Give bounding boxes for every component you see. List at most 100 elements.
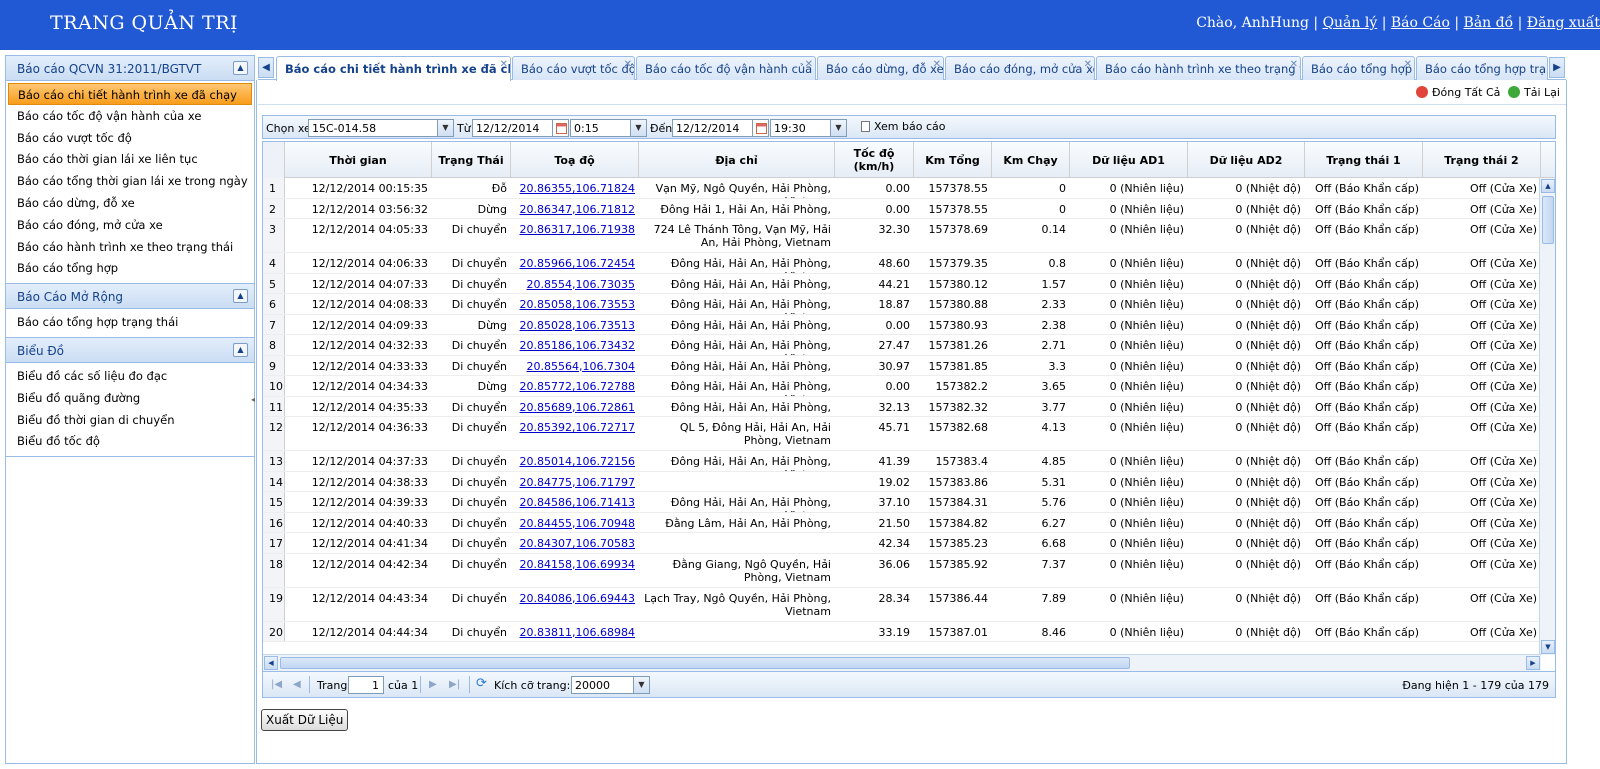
sidebar-item-summary[interactable]: Báo cáo tổng hợp [6,257,254,279]
view-report-button[interactable]: Xem báo cáo [861,120,946,133]
from-time-select[interactable]: 0:15 ▼ [570,119,647,137]
sidebar-item-chart-travel-time[interactable]: Biểu đồ thời gian di chuyển [6,409,254,431]
cell-coords[interactable]: 20.84586,106.71413 [511,492,639,512]
close-icon[interactable]: ✕ [933,59,941,70]
scroll-right-icon[interactable]: ▶ [1526,656,1540,670]
sidebar-item-trip-status[interactable]: Báo cáo hành trình xe theo trạng thái [6,236,254,258]
grid-horizontal-scrollbar[interactable]: ◀ ▶ [263,654,1541,671]
table-row[interactable]: 2 12/12/2014 03:56:32 Dừng 20.86347,106.718… [263,198,1541,219]
page-input[interactable]: 1 [348,676,384,694]
sidebar-item-continuous-driving[interactable]: Báo cáo thời gian lái xe liên tục [6,148,254,170]
table-row[interactable]: 15 12/12/2014 04:39:33 Di chuyển 20.84586,1… [263,492,1541,513]
cell-coords[interactable]: 20.84158,106.69934 [511,554,639,587]
table-row[interactable]: 4 12/12/2014 04:06:33 Di chuyển 20.85966,10… [263,253,1541,274]
collapse-icon[interactable]: ▲ [233,61,248,75]
coords-link[interactable]: 20.85772,106.72788 [520,380,635,393]
close-icon[interactable]: ✕ [1404,59,1412,70]
to-date-field[interactable]: 12/12/2014 [672,119,769,137]
close-icon[interactable]: ✕ [500,59,508,70]
column-header-ad1[interactable]: Dữ liệu AD1 [1070,142,1188,178]
cell-coords[interactable]: 20.85014,106.72156 [511,451,639,471]
close-icon[interactable]: ✕ [624,59,632,70]
column-header-km-total[interactable]: Km Tổng [914,142,992,178]
cell-coords[interactable]: 20.83811,106.68984 [511,622,639,642]
scroll-down-icon[interactable]: ▼ [1541,640,1555,654]
close-icon[interactable]: ✕ [1290,59,1298,70]
to-time-select[interactable]: 19:30 ▼ [770,119,847,137]
coords-link[interactable]: 20.85014,106.72156 [520,455,635,468]
collapse-icon[interactable]: ▲ [233,342,248,357]
close-all-button[interactable]: Đóng Tất Cả [1416,86,1500,99]
cell-coords[interactable]: 20.86355,106.71824 [511,178,639,198]
table-row[interactable]: 7 12/12/2014 04:09:33 Dừng 20.85028,106.735… [263,314,1541,335]
scroll-thumb[interactable] [280,657,1130,669]
tab-scroll-right-icon[interactable]: ▶ [1549,57,1565,78]
coords-link[interactable]: 20.85028,106.73513 [520,319,635,332]
next-page-icon[interactable]: ▶ [429,679,437,690]
tab-operating-speed[interactable]: Báo cáo tốc độ vận hành của xe ✕ [636,56,816,80]
coords-link[interactable]: 20.86317,106.71938 [520,223,635,236]
last-page-icon[interactable]: ▶| [449,679,460,690]
scroll-up-icon[interactable]: ▲ [1541,179,1555,193]
nav-link-map[interactable]: Bản đồ [1464,15,1514,31]
coords-link[interactable]: 20.8554,106.73035 [527,278,635,291]
table-row[interactable]: 18 12/12/2014 04:42:34 Di chuyển 20.84158,1… [263,553,1541,588]
sidebar-item-daily-driving[interactable]: Báo cáo tổng thời gian lái xe trong ngày [6,170,254,192]
sidebar-item-trip-detail[interactable]: Báo cáo chi tiết hành trình xe đã chạy [8,83,252,105]
export-data-button[interactable]: Xuất Dữ Liệu [261,709,349,731]
tab-trip-status[interactable]: Báo cáo hành trình xe theo trạng thái ✕ [1096,56,1301,80]
panel-extended-header[interactable]: Báo Cáo Mở Rộng ▲ [6,284,254,310]
coords-link[interactable]: 20.85186,106.73432 [520,339,635,352]
chevron-down-icon[interactable]: ▼ [633,677,649,693]
reload-button[interactable]: Tải Lại [1508,86,1560,99]
table-row[interactable]: 3 12/12/2014 04:05:33 Di chuyển 20.86317,10… [263,219,1541,253]
sidebar-item-overspeed[interactable]: Báo cáo vượt tốc độ [6,127,254,149]
cell-coords[interactable]: 20.86347,106.71812 [511,199,639,219]
collapse-icon[interactable]: ▲ [233,289,248,304]
sidebar-item-stop-park[interactable]: Báo cáo dừng, đỗ xe [6,192,254,214]
refresh-icon[interactable]: ⟳ [476,676,487,691]
sidebar-item-status-summary[interactable]: Báo cáo tổng hợp trạng thái [6,311,254,333]
table-row[interactable]: 9 12/12/2014 04:33:33 Di chuyển 20.85564,10… [263,355,1541,376]
sidebar-item-door[interactable]: Báo cáo đóng, mở cửa xe [6,214,254,236]
coords-link[interactable]: 20.85058,106.73553 [520,298,635,311]
cell-coords[interactable]: 20.84455,106.70948 [511,513,639,533]
column-header-speed[interactable]: Tốc độ (km/h) [835,142,914,178]
tab-scroll-left-icon[interactable]: ◀ [258,57,274,78]
page-size-select[interactable]: 20000 ▼ [571,676,650,694]
column-header-status2[interactable]: Trạng thái 2 [1423,142,1541,178]
calendar-icon[interactable] [752,120,768,136]
from-date-field[interactable]: 12/12/2014 [472,119,569,137]
close-icon[interactable]: ✕ [805,59,813,70]
coords-link[interactable]: 20.85392,106.72717 [520,421,635,434]
coords-link[interactable]: 20.84775,106.71797 [520,476,635,489]
chevron-down-icon[interactable]: ▼ [630,120,646,136]
scroll-thumb[interactable] [1542,196,1554,244]
tab-overspeed[interactable]: Báo cáo vượt tốc độ ✕ [512,56,635,80]
coords-link[interactable]: 20.86355,106.71824 [520,182,635,195]
sidebar-item-operating-speed[interactable]: Báo cáo tốc độ vận hành của xe [6,105,254,127]
tab-stop-park[interactable]: Báo cáo dừng, đỗ xe ✕ [817,56,944,80]
column-header-status1[interactable]: Trạng thái 1 [1305,142,1423,178]
sidebar-item-chart-distance[interactable]: Biểu đồ quãng đường [6,387,254,409]
scroll-left-icon[interactable]: ◀ [264,656,278,670]
sidebar-item-chart-measurements[interactable]: Biểu đồ các số liệu đo đạc [6,365,254,387]
cell-coords[interactable]: 20.84775,106.71797 [511,472,639,492]
close-icon[interactable]: ✕ [1084,59,1092,70]
tab-door[interactable]: Báo cáo đóng, mở cửa xe ✕ [945,56,1095,80]
coords-link[interactable]: 20.84307,106.70583 [520,537,635,550]
coords-link[interactable]: 20.85966,106.72454 [520,257,635,270]
calendar-icon[interactable] [552,120,568,136]
table-row[interactable]: 14 12/12/2014 04:38:33 Di chuyển 20.84775,1… [263,471,1541,492]
coords-link[interactable]: 20.84455,106.70948 [520,517,635,530]
tab-status-summary[interactable]: Báo cáo tổng hợp trạng th [1416,56,1548,80]
table-row[interactable]: 20 12/12/2014 04:44:34 Di chuyển 20.83811,1… [263,621,1541,642]
coords-link[interactable]: 20.84586,106.71413 [520,496,635,509]
cell-coords[interactable]: 20.85058,106.73553 [511,294,639,314]
table-row[interactable]: 12 12/12/2014 04:36:33 Di chuyển 20.85392,1… [263,417,1541,451]
coords-link[interactable]: 20.85689,106.72861 [520,401,635,414]
chevron-down-icon[interactable]: ▼ [830,120,846,136]
table-row[interactable]: 5 12/12/2014 04:07:33 Di chuyển 20.8554,106… [263,273,1541,294]
column-header-address[interactable]: Địa chỉ [639,142,835,178]
table-row[interactable]: 16 12/12/2014 04:40:33 Di chuyển 20.84455,1… [263,512,1541,533]
